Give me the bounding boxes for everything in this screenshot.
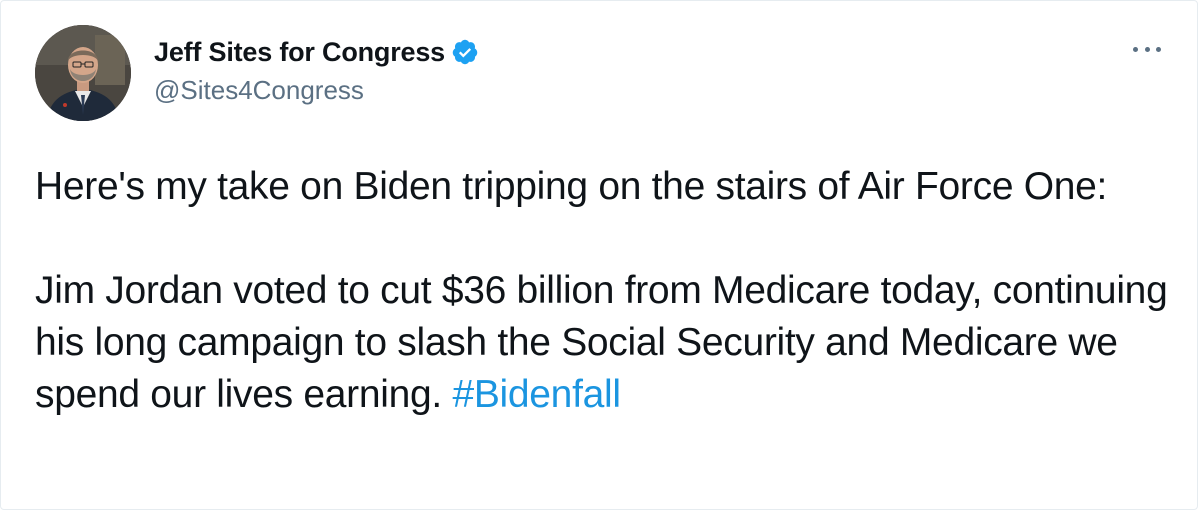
more-options-icon[interactable] <box>1133 39 1161 59</box>
display-name-row: Jeff Sites for Congress <box>154 33 479 71</box>
author-names: Jeff Sites for Congress @Sites4Congress <box>154 33 479 106</box>
more-dot <box>1144 46 1150 52</box>
hashtag-link[interactable]: #Bidenfall <box>452 373 621 416</box>
avatar-image <box>35 25 131 121</box>
handle[interactable]: @Sites4Congress <box>154 75 479 106</box>
tweet-paragraph-1: Here's my take on Biden tripping on the … <box>35 165 1108 208</box>
more-dot <box>1133 46 1138 52</box>
verified-badge-icon <box>451 38 479 66</box>
more-dot <box>1156 46 1161 52</box>
tweet-paragraph-2: Jim Jordan voted to cut $36 billion from… <box>35 265 1175 421</box>
display-name[interactable]: Jeff Sites for Congress <box>154 37 445 68</box>
tweet-card: Jeff Sites for Congress @Sites4Congress … <box>0 0 1198 510</box>
tweet-text: Here's my take on Biden tripping on the … <box>35 161 1175 421</box>
avatar[interactable] <box>35 25 131 121</box>
